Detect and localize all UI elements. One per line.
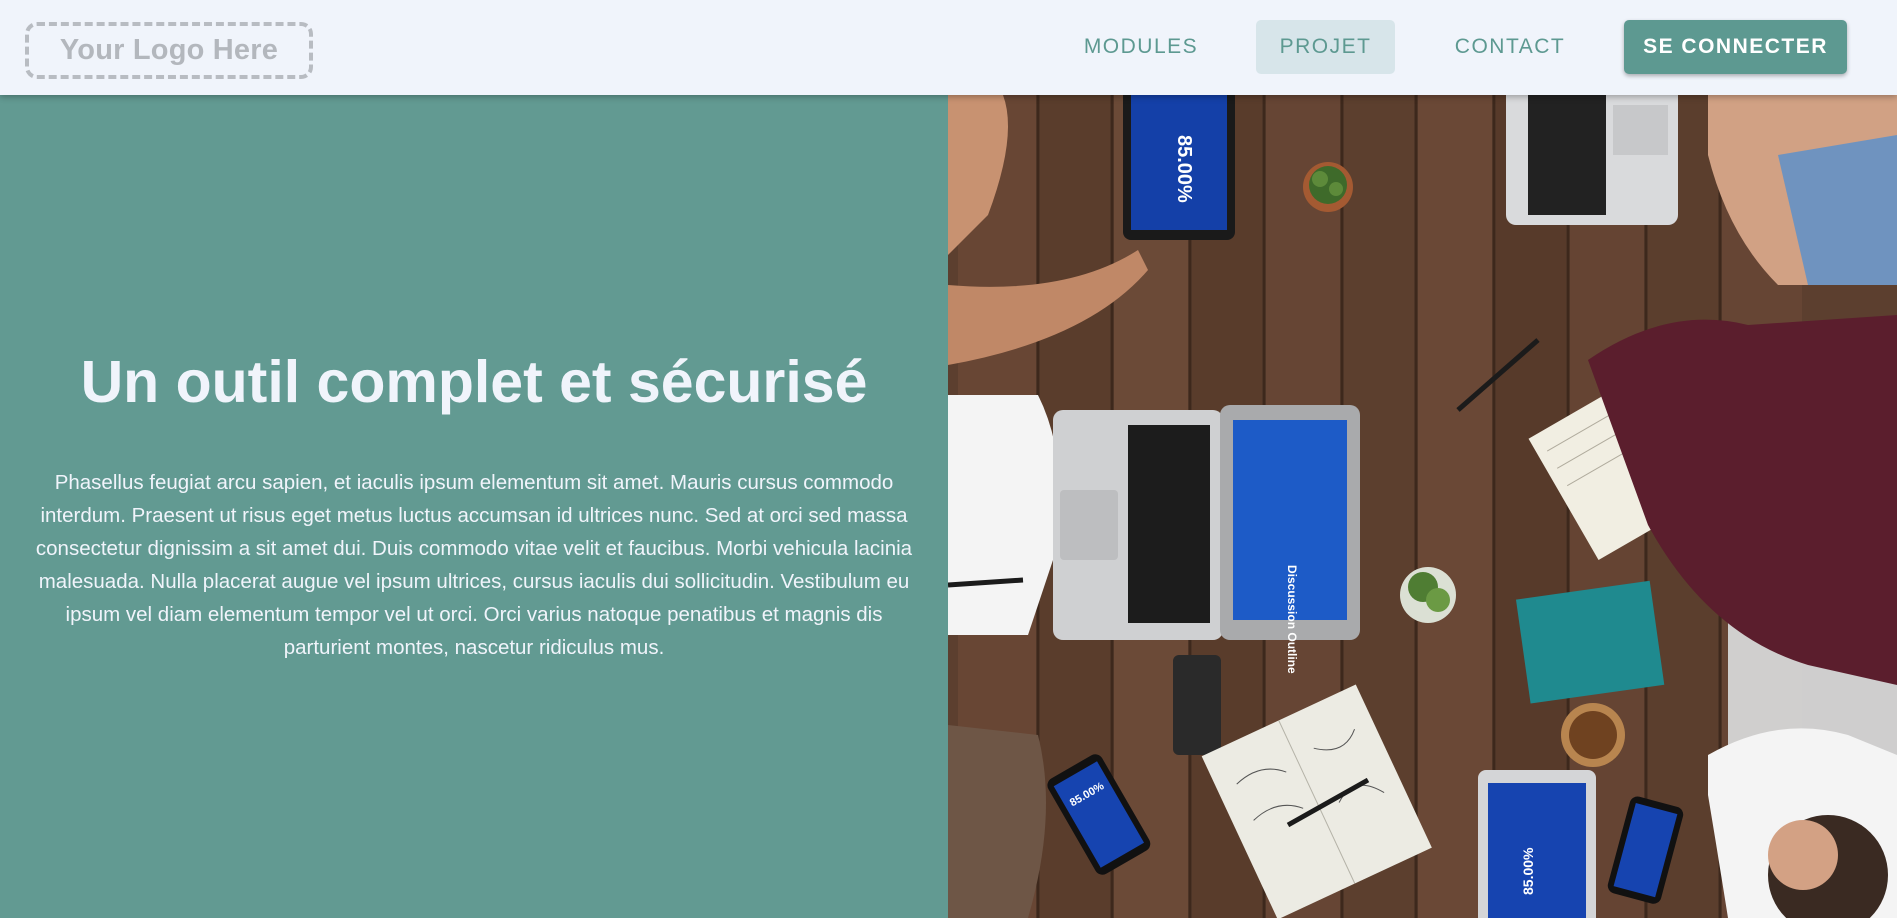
tablet-bottom: 85.00% [1478, 770, 1596, 918]
tablet-top: 85.00% [1123, 95, 1235, 240]
hero-text-panel: Un outil complet et sécurisé Phasellus f… [0, 95, 948, 918]
login-button[interactable]: SE CONNECTER [1624, 20, 1847, 74]
laptop-center: Discussion Outline [1053, 405, 1360, 674]
phone-center [1173, 655, 1221, 755]
teal-notebook [1515, 580, 1665, 704]
coffee-mug [1561, 703, 1625, 767]
small-plant-top [1303, 162, 1353, 212]
svg-text:85.00%: 85.00% [1173, 135, 1195, 203]
small-plant-center [1400, 567, 1456, 623]
hero-paragraph: Phasellus feugiat arcu sapien, et iaculi… [35, 471, 913, 659]
nav-projet-button[interactable]: PROJET [1256, 20, 1395, 74]
nav-contact-button[interactable]: CONTACT [1439, 20, 1581, 74]
svg-text:85.00%: 85.00% [1520, 847, 1536, 895]
hero-title: Un outil complet et sécurisé [80, 349, 868, 415]
nav-modules-button[interactable]: MODULES [1071, 20, 1211, 74]
laptop-top-right [1506, 95, 1678, 225]
svg-text:Discussion Outline: Discussion Outline [1285, 565, 1299, 674]
meeting-table-illustration: 85.00% Discussion Outline 85.00% 85.00% [948, 95, 1897, 918]
logo-placeholder[interactable]: Your Logo Here [25, 22, 313, 79]
hero-photo-meeting-table: 85.00% Discussion Outline 85.00% 85.00% [948, 95, 1897, 918]
top-navbar: Your Logo Here MODULES PROJET CONTACT SE… [0, 0, 1897, 95]
